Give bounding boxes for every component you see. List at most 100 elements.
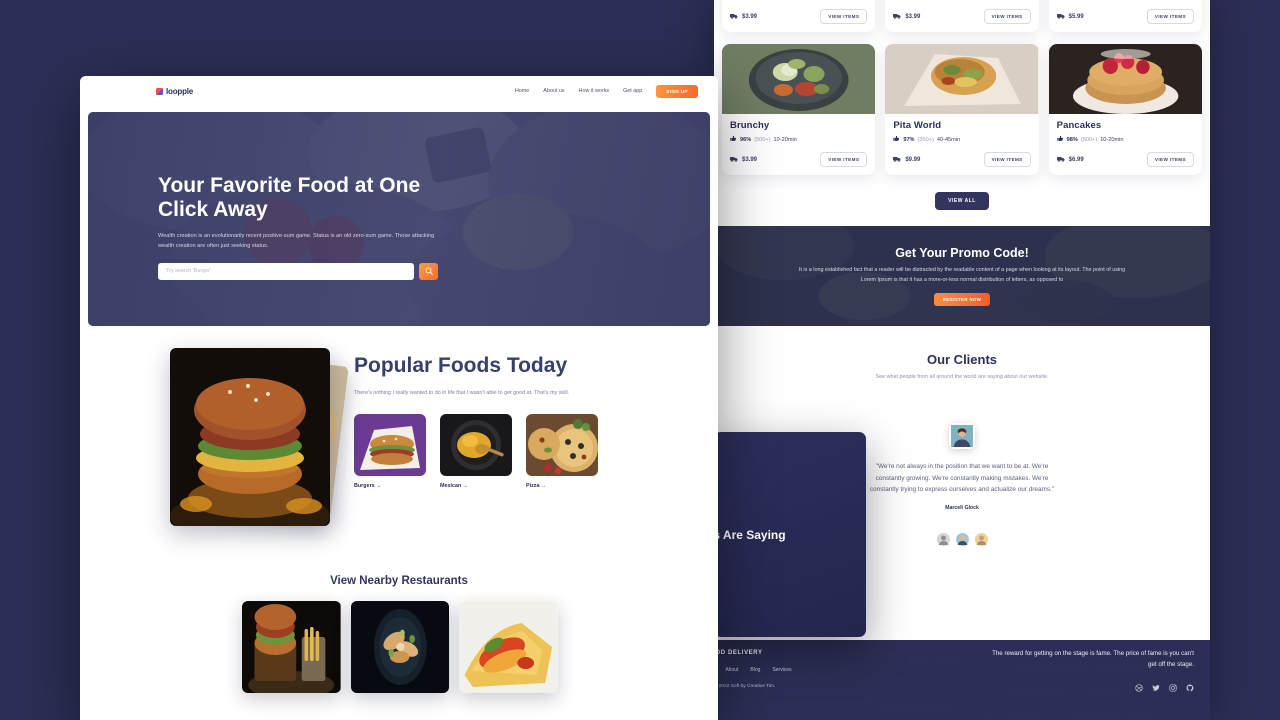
clients-subtitle: See what people from all around the worl… <box>875 374 1049 380</box>
restaurant-card-brunchy[interactable]: Brunchy 96% (500+) 10-20min $3.99 VIEW I… <box>722 44 876 175</box>
delivery-truck-icon <box>730 156 738 164</box>
nearby-card[interactable] <box>350 601 450 693</box>
restaurant-photo <box>885 44 1039 114</box>
footer-links: Home About Blog Services <box>714 667 791 673</box>
logo-text: loopple <box>166 86 194 96</box>
view-items-button[interactable]: VIEW ITEMS <box>1146 152 1194 167</box>
category-burgers[interactable]: Burgers → <box>354 414 426 489</box>
category-row: Burgers → Mexican → Pizza → <box>354 414 648 489</box>
category-label: Mexican → <box>440 483 469 490</box>
category-image <box>526 414 598 477</box>
testimonial-thumb[interactable] <box>955 532 969 546</box>
nearby-card[interactable] <box>242 601 341 693</box>
view-items-button[interactable]: VIEW ITEMS <box>820 9 868 24</box>
restaurant-card-pancakes[interactable]: Pancakes 98% (500+) 10-20min $6.99 VIEW … <box>1048 44 1202 175</box>
footer-copyright: Copyright © 2022 Soft by Creative Tim. <box>714 684 776 689</box>
nav-link-home[interactable]: Home <box>515 88 529 94</box>
rating-count: (500+) <box>1080 136 1098 143</box>
view-items-button[interactable]: VIEW ITEMS <box>983 152 1031 167</box>
partial-card-row: 96%(500+)10-20min $3.99 VIEW ITEMS <box>714 0 1210 32</box>
card-meta: 96%(500+)10-20min <box>730 0 867 1</box>
clients-title: Our Clients <box>926 352 998 367</box>
logo[interactable]: loopple <box>156 87 193 96</box>
nav-link-about-us[interactable]: About us <box>543 88 564 94</box>
rating-count: (350+) <box>917 136 934 143</box>
food-photo-primary <box>170 348 330 526</box>
rating-percent: 97% <box>903 136 915 143</box>
footer-link-blog[interactable]: Blog <box>750 667 760 673</box>
delivery-truck-icon <box>893 156 901 164</box>
sign-up-button[interactable]: SIGN UP <box>656 84 698 98</box>
restaurant-name: Pita World <box>893 120 942 131</box>
twitter-icon[interactable] <box>1152 684 1160 692</box>
nearby-card[interactable] <box>459 601 559 693</box>
footer-link-services[interactable]: Services <box>772 667 791 673</box>
site-footer: FOOD DELIVERY Home About Blog Services C… <box>714 640 1210 720</box>
restaurant-photo <box>722 44 876 114</box>
thumb-up-icon <box>893 135 900 144</box>
testimonial-thumb[interactable] <box>974 532 988 546</box>
delivery-truck-icon <box>1056 13 1065 21</box>
restaurant-card[interactable]: 96%(500+)10-20min $3.99 VIEW ITEMS <box>722 0 876 32</box>
restaurant-card[interactable]: 97%(350+)40-45min $3.99 VIEW ITEMS <box>885 0 1039 32</box>
promo-text: It is a long established fact that a rea… <box>798 267 1126 283</box>
hero-title: Your Favorite Food at One Click Away <box>158 174 421 221</box>
card-price: $3.99 <box>893 13 920 21</box>
testimonial-avatar <box>949 423 975 449</box>
rating-percent: 96% <box>740 136 752 143</box>
price-value: $3.99 <box>742 156 758 163</box>
promo-title: Get Your Promo Code! <box>895 246 1029 261</box>
search-button[interactable] <box>419 262 438 280</box>
popular-foods-section: Popular Foods Today There's nothing I re… <box>80 326 718 543</box>
price-value: $3.99 <box>905 13 921 20</box>
view-all-button[interactable]: VIEW ALL <box>935 192 989 210</box>
popular-foods-images <box>170 348 349 543</box>
rating-count: (500+) <box>754 136 771 143</box>
restaurant-name: Pancakes <box>1056 120 1102 131</box>
restaurant-name: Brunchy <box>730 120 770 131</box>
instagram-icon[interactable] <box>1169 684 1177 692</box>
delivery-time: 10-20min <box>1100 136 1124 143</box>
price-value: $6.99 <box>1068 156 1084 163</box>
thumb-up-icon <box>730 135 737 144</box>
card-price: $5.99 <box>1056 13 1084 21</box>
delivery-truck-icon <box>893 13 901 21</box>
restaurant-card-row: Brunchy 96% (500+) 10-20min $3.99 VIEW I… <box>714 44 1210 175</box>
view-items-button[interactable]: VIEW ITEMS <box>1146 9 1194 24</box>
card-meta: 97% (350+) 40-45min <box>893 135 1030 144</box>
github-icon[interactable] <box>1186 684 1194 692</box>
view-items-button[interactable]: VIEW ITEMS <box>820 152 868 167</box>
footer-quote: The reward for getting on the stage is f… <box>992 650 1194 669</box>
view-all-row: VIEW ALL <box>714 175 1210 226</box>
price-value: $9.99 <box>905 156 921 163</box>
hero-section: Your Favorite Food at One Click Away Wea… <box>88 112 710 326</box>
view-items-button[interactable]: VIEW ITEMS <box>983 9 1031 24</box>
card-price: $3.99 <box>730 13 757 21</box>
thumb-up-icon <box>730 0 737 1</box>
register-now-button[interactable]: REGISTER NOW <box>933 292 991 306</box>
footer-brand: FOOD DELIVERY <box>714 650 763 656</box>
thumb-up-icon <box>1057 135 1064 144</box>
left-website-panel: loopple Home About us How it works Get a… <box>80 76 718 720</box>
restaurant-card[interactable]: 98%(500+)10-20min $5.99 VIEW ITEMS <box>1048 0 1202 32</box>
nav-link-get-app[interactable]: Get app <box>623 88 642 94</box>
rating-percent: 98% <box>1066 136 1078 143</box>
thumb-up-icon <box>1057 0 1064 1</box>
restaurant-photo <box>1048 44 1202 114</box>
nearby-restaurants-row <box>80 587 718 693</box>
promo-section: Get Your Promo Code! It is a long establ… <box>714 226 1210 326</box>
restaurant-card-pita-world[interactable]: Pita World 97% (350+) 40-45min $9.99 VIE… <box>885 44 1039 175</box>
footer-link-about[interactable]: About <box>725 667 738 673</box>
delivery-time: 40-45min <box>936 136 961 143</box>
dribbble-icon[interactable] <box>1135 684 1143 692</box>
nav-link-how-it-works[interactable]: How it works <box>579 88 610 94</box>
category-pizza[interactable]: Pizza → <box>526 414 598 489</box>
hero-paragraph: Wealth creation is an evolutionarily rec… <box>158 233 435 250</box>
nav-links: Home About us How it works Get app SIGN … <box>515 84 698 98</box>
delivery-time: 10-20min <box>773 136 797 143</box>
search-input[interactable] <box>158 262 414 280</box>
hero-search-bar <box>158 262 438 280</box>
card-meta: 96% (500+) 10-20min <box>730 135 867 144</box>
testimonial-thumb[interactable] <box>936 532 950 546</box>
category-mexican[interactable]: Mexican → <box>440 414 512 489</box>
